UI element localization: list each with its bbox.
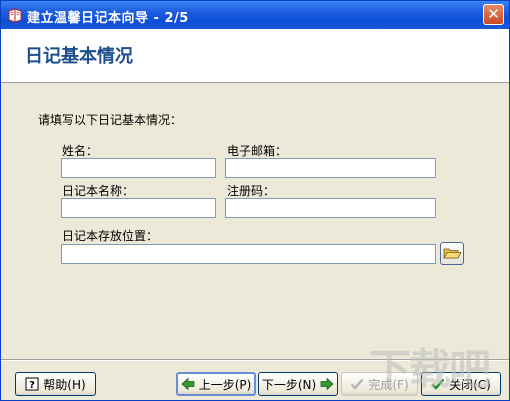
- checkmark-icon: [351, 378, 364, 390]
- location-label: 日记本存放位置：: [62, 229, 159, 243]
- window-title: 建立温馨日记本向导 - 2/5: [27, 11, 189, 26]
- watermark-logo: 下载吧: [369, 345, 491, 394]
- help-button[interactable]: ? 帮助(H): [15, 372, 96, 396]
- instruction-text: 请填写以下日记基本情况：: [38, 113, 183, 127]
- svg-text:?: ?: [29, 380, 35, 391]
- wizard-header: 日记基本情况: [1, 29, 509, 83]
- arrow-right-icon: [320, 377, 334, 391]
- help-icon: ?: [25, 377, 39, 391]
- email-label: 电子邮箱：: [227, 144, 288, 158]
- diary-name-input[interactable]: [61, 198, 216, 218]
- location-input[interactable]: [61, 244, 436, 264]
- next-label: 下一步(N): [261, 377, 317, 392]
- next-button[interactable]: 下一步(N): [258, 372, 338, 396]
- prev-label: 上一步(P): [198, 377, 252, 392]
- arrow-left-icon: [181, 377, 195, 391]
- page-title: 日记基本情况: [25, 46, 133, 67]
- folder-open-icon: [443, 248, 462, 259]
- app-icon: [8, 8, 22, 23]
- title-bar[interactable]: 建立温馨日记本向导 - 2/5 ✕: [1, 1, 509, 29]
- reg-code-label: 注册码：: [227, 184, 276, 198]
- wizard-window: 建立温馨日记本向导 - 2/5 ✕ 日记基本情况 请填写以下日记基本情况： 姓名…: [0, 0, 510, 401]
- prev-button[interactable]: 上一步(P): [176, 372, 256, 396]
- reg-code-input[interactable]: [225, 198, 436, 218]
- window-close-button[interactable]: ✕: [483, 4, 504, 25]
- name-label: 姓名：: [62, 144, 99, 158]
- name-input[interactable]: [61, 158, 216, 178]
- help-label: 帮助(H): [43, 377, 86, 392]
- form-area: 请填写以下日记基本情况： 姓名： 电子邮箱： 日记本名称： 注册码： 日记本存放…: [1, 83, 509, 360]
- diary-name-label: 日记本名称：: [62, 184, 135, 198]
- close-icon: ✕: [487, 5, 500, 23]
- email-input[interactable]: [225, 158, 436, 178]
- browse-folder-button[interactable]: [440, 242, 464, 265]
